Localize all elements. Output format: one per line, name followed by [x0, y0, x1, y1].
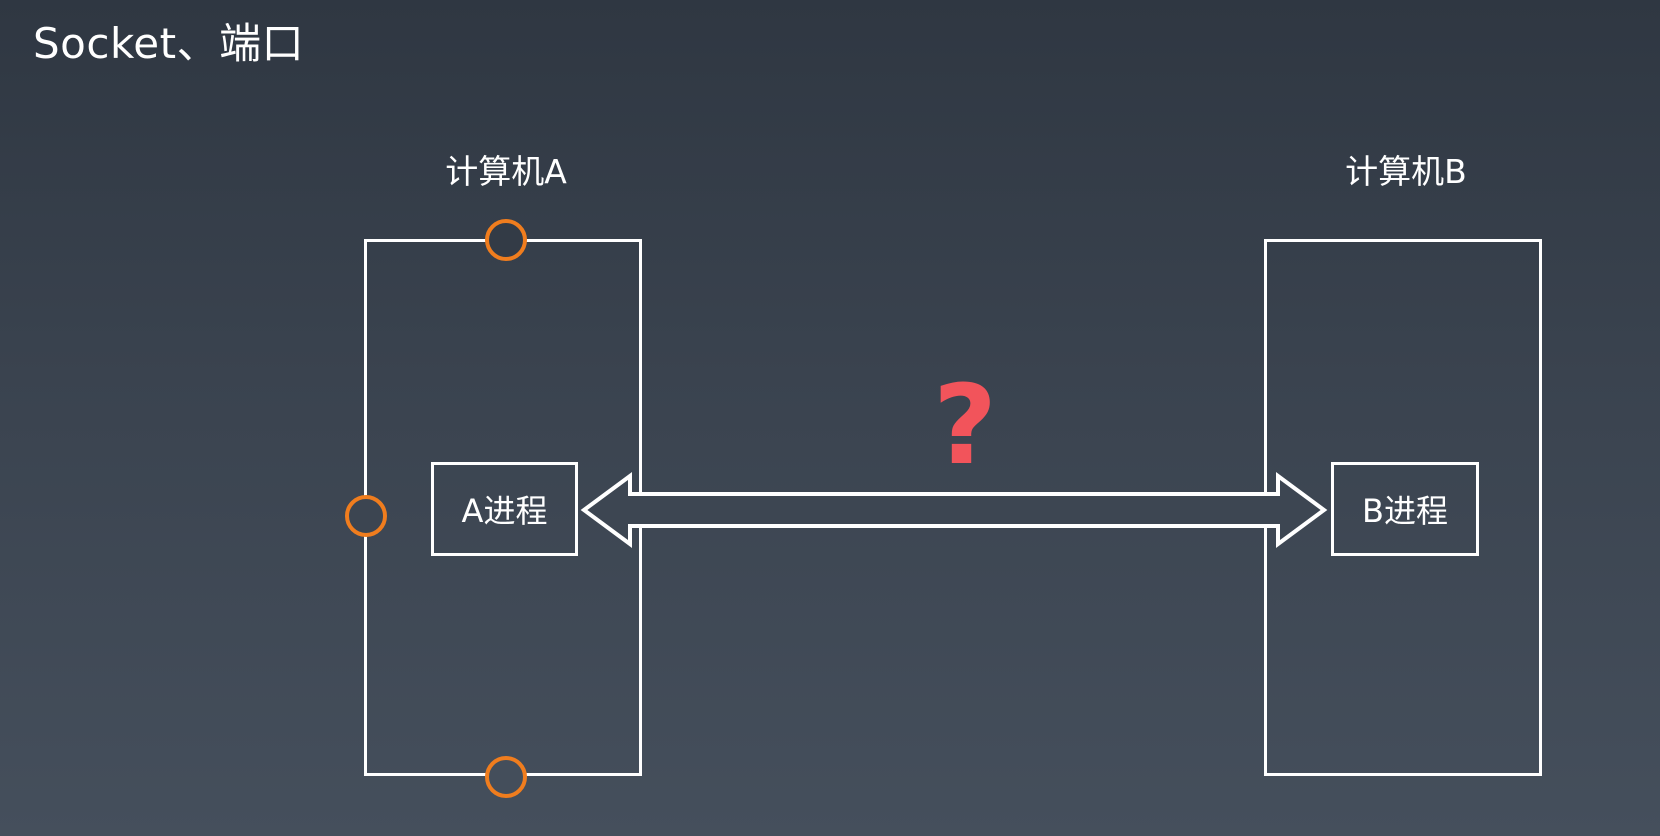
- process-a-box: A进程: [431, 462, 578, 556]
- connection-arrow: [580, 472, 1328, 548]
- port-bottom-circle: [485, 756, 527, 798]
- process-b-box: B进程: [1331, 462, 1479, 556]
- port-left-circle: [345, 495, 387, 537]
- port-top-circle: [485, 219, 527, 261]
- question-mark: ?: [933, 361, 997, 489]
- process-a-label: A进程: [461, 492, 548, 530]
- process-b-label: B进程: [1362, 492, 1448, 530]
